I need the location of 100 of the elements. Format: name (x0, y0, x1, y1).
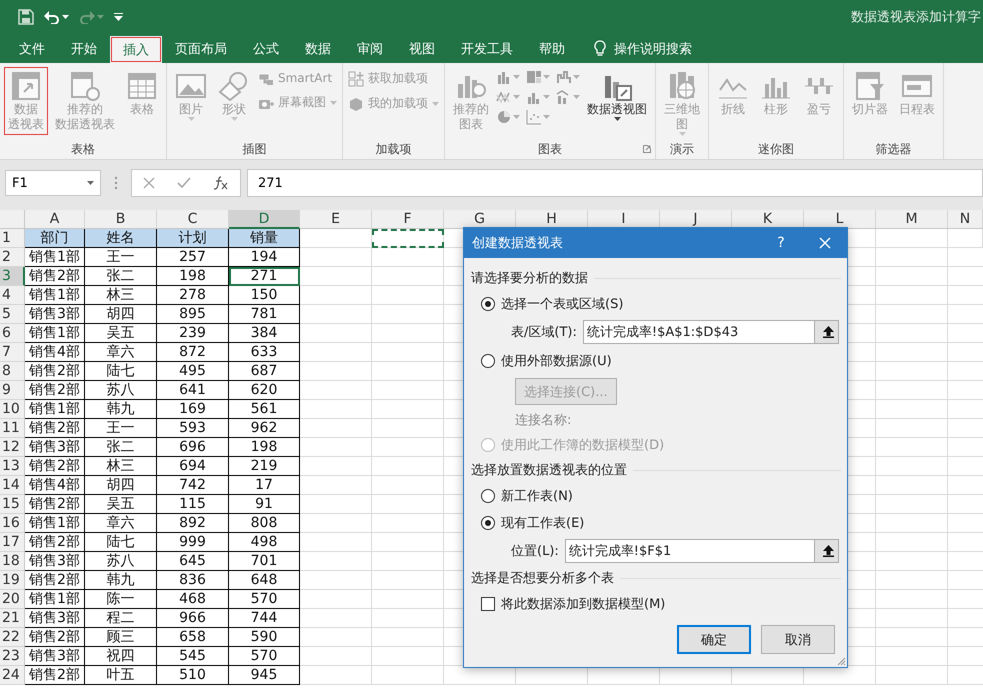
row-header[interactable]: 6 (0, 324, 25, 343)
row-header[interactable]: 19 (0, 571, 25, 590)
table-cell: 韩九 (85, 571, 157, 590)
caret-icon (432, 102, 439, 106)
radio-button[interactable] (481, 296, 495, 310)
group-label: 演示 (670, 141, 694, 158)
range-field[interactable]: 统计完成率!$A$1:$D$43 (582, 320, 839, 344)
collapse-button[interactable] (814, 540, 838, 562)
ribbon-tab[interactable]: 文件 (6, 34, 58, 63)
row-header[interactable]: 10 (0, 400, 25, 419)
table-cell: 销售2部 (25, 381, 85, 400)
up-arrow-icon (822, 545, 834, 557)
table-cell: 销售1部 (25, 324, 85, 343)
column-header[interactable]: L (804, 210, 876, 229)
column-header[interactable]: D (229, 210, 300, 229)
row-header[interactable]: 1 (0, 229, 25, 248)
column-header[interactable]: A (25, 210, 85, 229)
row-header[interactable]: 21 (0, 609, 25, 628)
section-heading: 请选择要分析的数据 (471, 270, 588, 287)
column-header[interactable]: F (372, 210, 444, 229)
table-cell: 陆七 (85, 362, 157, 381)
ribbon-tab[interactable]: 页面布局 (162, 34, 240, 63)
ribbon-tab[interactable]: 开发工具 (448, 34, 526, 63)
ribbon-tab[interactable]: 审阅 (344, 34, 396, 63)
radio-button[interactable] (481, 488, 495, 502)
row-header[interactable]: 20 (0, 590, 25, 609)
column-header[interactable]: M (876, 210, 948, 229)
ribbon-tab[interactable]: 插入 (110, 36, 162, 63)
undo-button[interactable] (44, 10, 69, 24)
ribbon-tab[interactable]: 数据 (292, 34, 344, 63)
column-header[interactable]: N (948, 210, 983, 229)
dialog-launcher-icon[interactable] (643, 145, 651, 153)
resize-grip-icon[interactable] (836, 656, 846, 666)
caret-icon (62, 15, 69, 19)
row-header[interactable]: 22 (0, 628, 25, 647)
table-cell: 韩九 (85, 400, 157, 419)
collapse-button[interactable] (814, 321, 838, 343)
dialog-button[interactable]: 取消 (761, 625, 835, 654)
customize-icon[interactable] (114, 13, 123, 21)
field-label: 表/区域(T): (511, 324, 577, 341)
range-field[interactable]: 统计完成率!$F$1 (564, 539, 839, 563)
row-header[interactable]: 9 (0, 381, 25, 400)
table-cell: 545 (157, 647, 229, 666)
redo-button[interactable] (79, 10, 104, 24)
table-cell: 570 (229, 590, 300, 609)
column-header[interactable]: G (444, 210, 516, 229)
dialog-button[interactable]: 确定 (677, 625, 751, 654)
name-box[interactable]: F1 (5, 170, 101, 196)
table-cell: 销售3部 (25, 305, 85, 324)
table-cell: 章六 (85, 514, 157, 533)
caret-icon (188, 117, 194, 121)
checkbox[interactable] (481, 596, 495, 610)
function-icon[interactable] (213, 176, 229, 190)
caret-icon (543, 75, 550, 79)
formula-field[interactable]: 271 (247, 169, 983, 197)
row-header[interactable]: 3 (0, 267, 25, 286)
row-header[interactable]: 14 (0, 476, 25, 495)
redo-icon (79, 10, 95, 24)
radio-button[interactable] (481, 354, 495, 368)
ribbon-tab[interactable]: 帮助 (526, 34, 578, 63)
row-header[interactable]: 12 (0, 438, 25, 457)
row-header[interactable]: 24 (0, 666, 25, 685)
table-cell: 苏八 (85, 552, 157, 571)
table-cell: 销售1部 (25, 400, 85, 419)
cancel-icon[interactable] (143, 177, 155, 189)
row-header[interactable]: 2 (0, 248, 25, 267)
select-all-corner[interactable] (0, 210, 25, 229)
row-header[interactable]: 13 (0, 457, 25, 476)
row-header[interactable]: 4 (0, 286, 25, 305)
table-cell: 498 (229, 533, 300, 552)
table-cell: 胡四 (85, 305, 157, 324)
checkbox-label: 将此数据添加到数据模型(M) (501, 596, 666, 612)
row-header[interactable]: 17 (0, 533, 25, 552)
group-label: 筛选器 (876, 141, 912, 158)
tell-me-search[interactable]: 操作说明搜索 (614, 40, 692, 58)
table-cell: 257 (157, 248, 229, 267)
row-header[interactable]: 15 (0, 495, 25, 514)
row-header[interactable]: 8 (0, 362, 25, 381)
column-header[interactable]: B (85, 210, 157, 229)
save-icon[interactable] (18, 9, 34, 25)
column-header[interactable]: E (300, 210, 372, 229)
row-header[interactable]: 11 (0, 419, 25, 438)
connection-name-label: 连接名称: (515, 412, 572, 429)
table-cell: 510 (157, 666, 229, 685)
ribbon-tab[interactable]: 开始 (58, 34, 110, 63)
radio-button[interactable] (481, 516, 495, 530)
help-button[interactable]: ? (759, 235, 803, 251)
row-header[interactable]: 23 (0, 647, 25, 666)
column-header[interactable]: C (157, 210, 229, 229)
check-icon[interactable] (177, 177, 191, 189)
row-header[interactable]: 7 (0, 343, 25, 362)
ribbon-tab[interactable]: 公式 (240, 34, 292, 63)
ribbon-tab[interactable]: 视图 (396, 34, 448, 63)
row-header[interactable]: 5 (0, 305, 25, 324)
ribbon-button[interactable]: 数据透视图 (583, 67, 651, 124)
slicer-icon (854, 70, 886, 102)
row-header[interactable]: 16 (0, 514, 25, 533)
row-header[interactable]: 18 (0, 552, 25, 571)
table-cell: 叶五 (85, 666, 157, 685)
table-cell: 570 (229, 647, 300, 666)
